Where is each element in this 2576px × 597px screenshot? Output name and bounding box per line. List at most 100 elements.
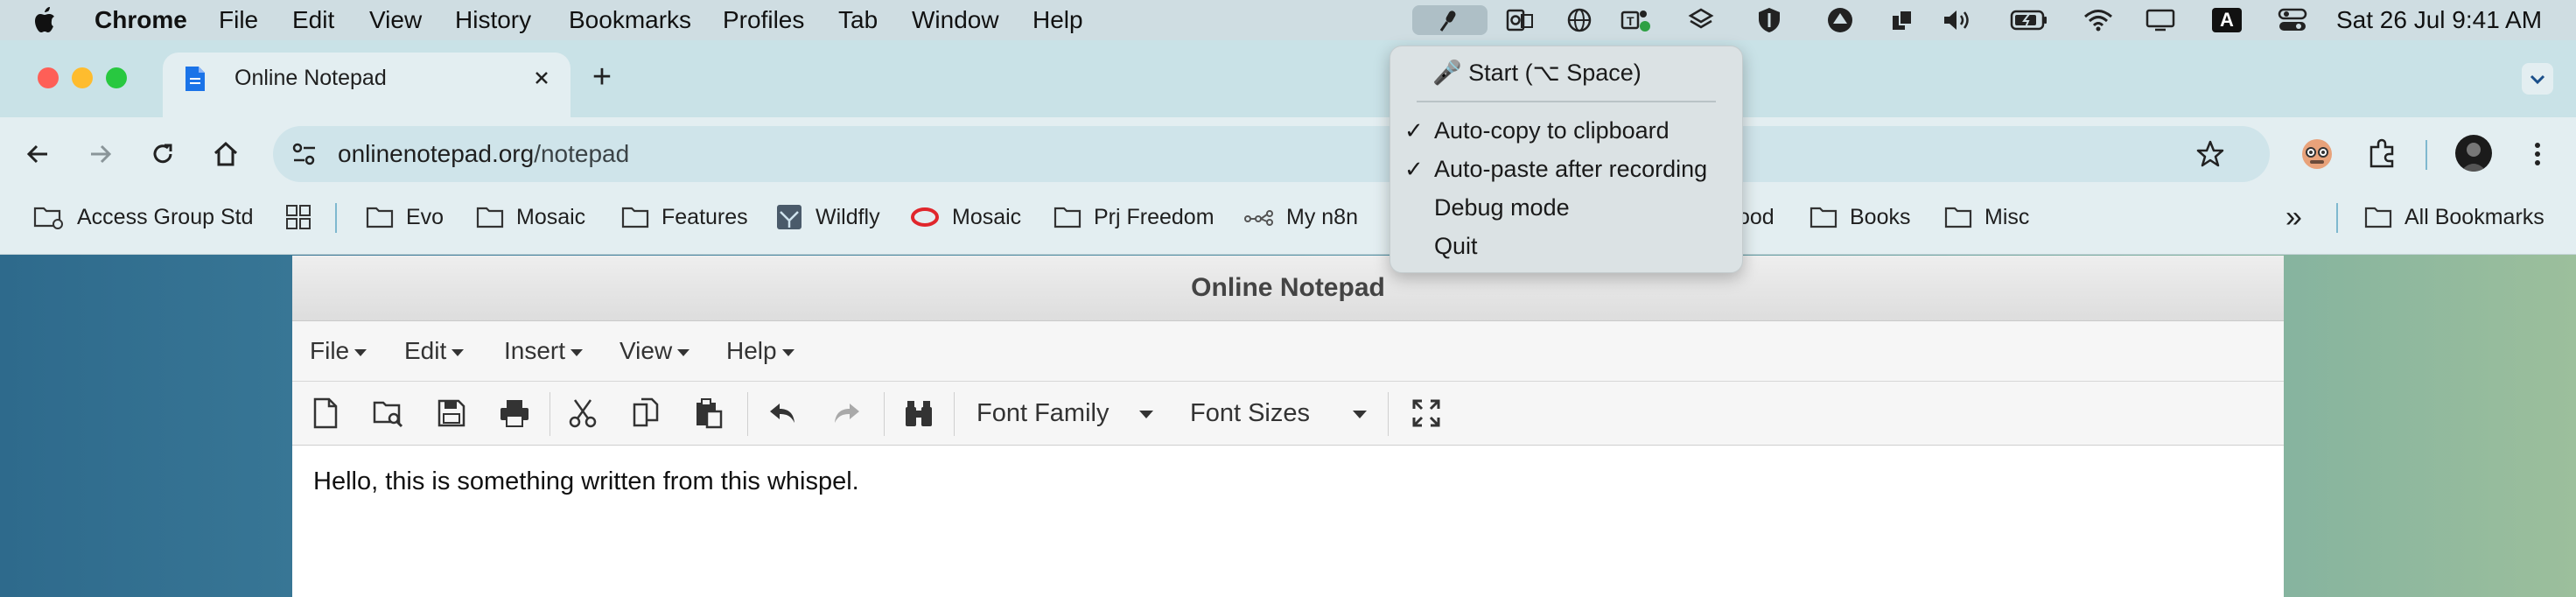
extension-avatar-icon[interactable] [2300, 137, 2334, 176]
new-tab-button[interactable]: + [584, 60, 620, 95]
bookmark-folder-mosaic[interactable]: Mosaic [476, 191, 585, 243]
extensions-puzzle-icon[interactable] [2364, 137, 2399, 176]
window-minimize-button[interactable] [72, 67, 93, 88]
menu-history[interactable]: History [455, 0, 531, 40]
apps-grid-icon[interactable] [285, 191, 324, 243]
input-source-icon[interactable]: A [2210, 5, 2244, 35]
auto-copy-label: Auto-copy to clipboard [1434, 117, 1670, 144]
notepad-menu-bar: File Edit Insert View Help [292, 321, 2284, 382]
notepad-menu-insert[interactable]: Insert [504, 321, 584, 381]
quit-item[interactable]: Quit [1390, 227, 1742, 265]
bookmark-wildfly[interactable]: Wildfly [775, 191, 880, 243]
caret-down-icon [452, 348, 465, 356]
debug-mode-item[interactable]: Debug mode [1390, 188, 1742, 227]
start-recording-item[interactable]: 🎤 Start (⌥ Space) [1390, 53, 1742, 92]
auto-paste-item[interactable]: ✓ Auto-paste after recording [1390, 150, 1742, 188]
chrome-menu-icon[interactable] [2527, 137, 2548, 176]
bookmark-my-n8n[interactable]: My n8n [1244, 191, 1358, 243]
paste-icon[interactable] [691, 396, 726, 431]
home-button[interactable] [210, 138, 242, 174]
toolbar-separator [954, 392, 955, 436]
back-button[interactable] [23, 138, 54, 174]
menu-app-name[interactable]: Chrome [94, 0, 187, 40]
profile-avatar[interactable] [2455, 135, 2492, 172]
bookmark-partial-ood[interactable]: ood [1738, 191, 1774, 243]
bookmark-label: Prj Freedom [1094, 205, 1214, 229]
shield-icon[interactable] [1754, 5, 1785, 35]
battery-icon[interactable] [2009, 5, 2049, 35]
globe-icon[interactable] [1564, 5, 1594, 35]
menu-view[interactable]: View [369, 0, 422, 40]
save-icon[interactable] [434, 396, 469, 431]
menu-help[interactable]: Help [1032, 0, 1083, 40]
undo-icon[interactable] [765, 396, 800, 431]
reload-button[interactable] [147, 138, 178, 174]
notepad-menu-file[interactable]: File [310, 321, 368, 381]
print-icon[interactable] [497, 396, 532, 431]
menu-bookmarks[interactable]: Bookmarks [569, 0, 691, 40]
n8n-icon [1244, 210, 1273, 226]
notepad-menu-edit[interactable]: Edit [404, 321, 465, 381]
checkmark-icon: ✓ [1404, 156, 1424, 182]
bookmark-label: My n8n [1286, 205, 1358, 229]
redo-icon[interactable] [830, 396, 864, 431]
font-sizes-select[interactable]: Font Sizes [1190, 382, 1310, 445]
folder-icon [1810, 207, 1838, 228]
forward-arrow-icon [91, 144, 112, 164]
bookmark-oracle-mosaic[interactable]: Mosaic [910, 191, 1021, 243]
bookmark-folder-evo[interactable]: Evo [366, 191, 444, 243]
bookmark-label: Mosaic [952, 205, 1022, 229]
menu-edit[interactable]: Edit [292, 0, 334, 40]
notepad-menu-help[interactable]: Help [726, 321, 794, 381]
fullscreen-icon[interactable] [1409, 396, 1444, 431]
caret-down-icon [781, 348, 794, 356]
clipboard-icon[interactable] [1886, 5, 1918, 35]
wifi-icon[interactable] [2081, 5, 2116, 35]
bookmark-folder-prj-freedom[interactable]: Prj Freedom [1054, 191, 1214, 243]
address-bar[interactable]: onlinenotepad.org/notepad [273, 126, 2270, 182]
folder-icon [366, 207, 394, 228]
tab-search-button[interactable] [2522, 63, 2553, 95]
input-source-letter: A [2212, 8, 2242, 32]
url-text[interactable]: onlinenotepad.org/notepad [338, 126, 629, 182]
auto-paste-label: Auto-paste after recording [1434, 156, 1708, 182]
volume-icon[interactable] [1941, 5, 1976, 35]
teams-icon[interactable]: T [1619, 5, 1654, 35]
tab-online-notepad[interactable]: Online Notepad [163, 53, 570, 117]
menu-profiles[interactable]: Profiles [723, 0, 804, 40]
vpn-icon[interactable] [1824, 5, 1857, 35]
menu-window[interactable]: Window [912, 0, 999, 40]
control-center-icon[interactable] [2275, 5, 2310, 35]
bookmark-folder-access-group[interactable]: Access Group Std [33, 191, 253, 243]
apple-icon[interactable] [33, 5, 56, 35]
microphone-icon[interactable] [1412, 5, 1488, 35]
layers-icon[interactable] [1685, 5, 1717, 35]
outlook-icon[interactable] [1503, 5, 1536, 35]
find-binoculars-icon[interactable] [901, 396, 936, 431]
display-icon[interactable] [2144, 5, 2177, 35]
bookmark-folder-misc[interactable]: Misc [1944, 191, 2029, 243]
window-close-button[interactable] [38, 67, 59, 88]
cut-icon[interactable] [565, 396, 600, 431]
auto-copy-item[interactable]: ✓ Auto-copy to clipboard [1390, 111, 1742, 150]
menubar-clock[interactable]: Sat 26 Jul 9:41 AM [2336, 0, 2542, 40]
copy-icon[interactable] [628, 396, 663, 431]
new-document-icon[interactable] [308, 396, 343, 431]
all-bookmarks-button[interactable]: All Bookmarks [2364, 191, 2544, 243]
bookmark-star-icon[interactable] [2194, 138, 2226, 174]
notepad-menu-view[interactable]: View [620, 321, 690, 381]
menu-tab[interactable]: Tab [838, 0, 878, 40]
bookmark-folder-features[interactable]: Features [621, 191, 748, 243]
font-family-select[interactable]: Font Family [976, 382, 1109, 445]
bookmark-folder-books[interactable]: Books [1810, 191, 1910, 243]
menu-file[interactable]: File [219, 0, 258, 40]
site-settings-icon[interactable] [289, 138, 320, 174]
tab-close-icon[interactable] [528, 65, 555, 91]
menu-separator [1417, 101, 1716, 102]
reload-icon [153, 144, 172, 164]
open-file-icon[interactable] [371, 396, 406, 431]
forward-button[interactable] [84, 138, 116, 174]
window-zoom-button[interactable] [106, 67, 127, 88]
bookmarks-overflow-button[interactable]: » [2286, 191, 2302, 243]
notepad-text-area[interactable]: Hello, this is something written from th… [313, 467, 859, 496]
